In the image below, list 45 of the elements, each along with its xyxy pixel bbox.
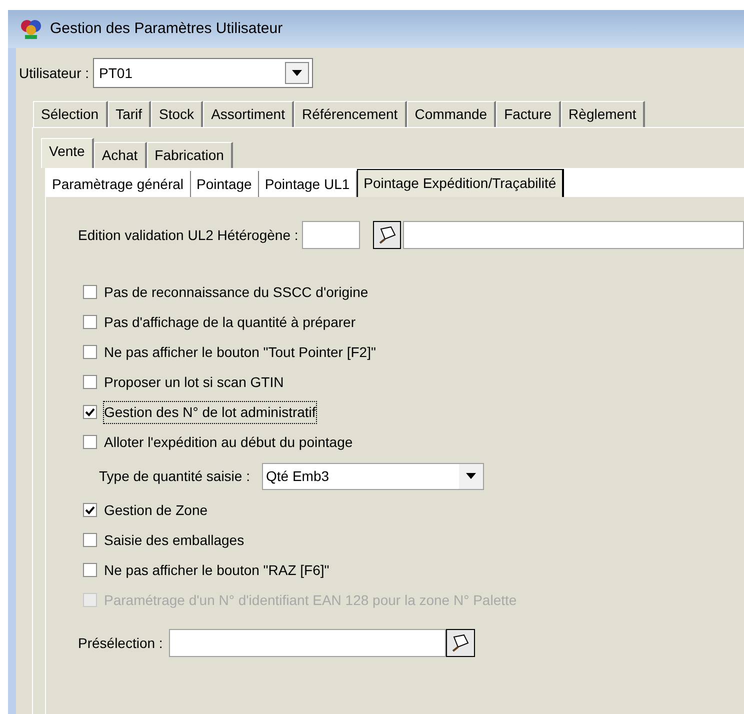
- checkbox-label: Ne pas afficher le bouton "RAZ [F6]": [104, 560, 330, 580]
- tab[interactable]: Référencement: [294, 101, 407, 127]
- checkbox[interactable]: [83, 563, 97, 577]
- user-dropdown[interactable]: PT01: [93, 58, 314, 88]
- tab[interactable]: Sélection: [33, 101, 108, 127]
- tab[interactable]: Tarif: [108, 101, 152, 127]
- checkbox-label: Alloter l'expédition au début du pointage: [104, 432, 353, 452]
- tab[interactable]: Commande: [406, 101, 496, 127]
- checkbox[interactable]: [83, 435, 97, 449]
- brush-icon: [377, 225, 398, 245]
- checkbox-label: Paramétrage d'un N° d'identifiant EAN 128 pour la zone N° Palette: [104, 590, 517, 610]
- tab[interactable]: Pointage: [190, 171, 259, 197]
- checkbox[interactable]: [83, 315, 97, 329]
- checkbox[interactable]: [83, 503, 97, 517]
- lookup-button[interactable]: [373, 221, 402, 249]
- quantity-type-dropdown[interactable]: Qté Emb3: [262, 462, 484, 490]
- checkbox-label: Proposer un lot si scan GTIN: [104, 372, 284, 392]
- tab[interactable]: Facture: [496, 101, 561, 127]
- checkbox-label: Saisie des emballages: [104, 530, 244, 550]
- tab[interactable]: Stock: [151, 101, 204, 127]
- checkbox[interactable]: [83, 405, 97, 419]
- checkbox-label: Pas d'affichage de la quantité à préparer: [104, 312, 356, 332]
- field-label: Edition validation UL2 Hétérogène :: [78, 226, 298, 245]
- tab[interactable]: Règlement: [560, 101, 646, 127]
- checkbox-label: Gestion des N° de lot administratif: [104, 402, 316, 422]
- checkbox[interactable]: [83, 285, 97, 299]
- tab[interactable]: Assortiment: [203, 101, 294, 127]
- tab[interactable]: Vente: [41, 138, 94, 168]
- field-label: Présélection :: [78, 634, 163, 652]
- field-label: Utilisateur :: [19, 64, 90, 82]
- lookup-button[interactable]: [446, 629, 475, 657]
- preselection-field[interactable]: [168, 629, 446, 657]
- checkbox[interactable]: [83, 533, 97, 547]
- tab[interactable]: Paramètrage général: [46, 171, 191, 197]
- checkbox-label: Ne pas afficher le bouton "Tout Pointer [F2]": [104, 342, 376, 362]
- tab[interactable]: Pointage Expédition/Traçabilité: [356, 169, 564, 197]
- code-field[interactable]: [302, 221, 360, 249]
- checkbox[interactable]: [83, 345, 97, 359]
- app-icon: [20, 18, 42, 40]
- window-title: Gestion des Paramètres Utilisateur: [50, 18, 283, 39]
- field-label: Type de quantité saisie :: [99, 466, 250, 486]
- brush-icon: [450, 633, 470, 653]
- checkbox-label: Pas de reconnaissance du SSCC d'origine: [104, 282, 368, 302]
- checkbox-label: Gestion de Zone: [104, 500, 208, 520]
- checkbox[interactable]: [83, 375, 97, 389]
